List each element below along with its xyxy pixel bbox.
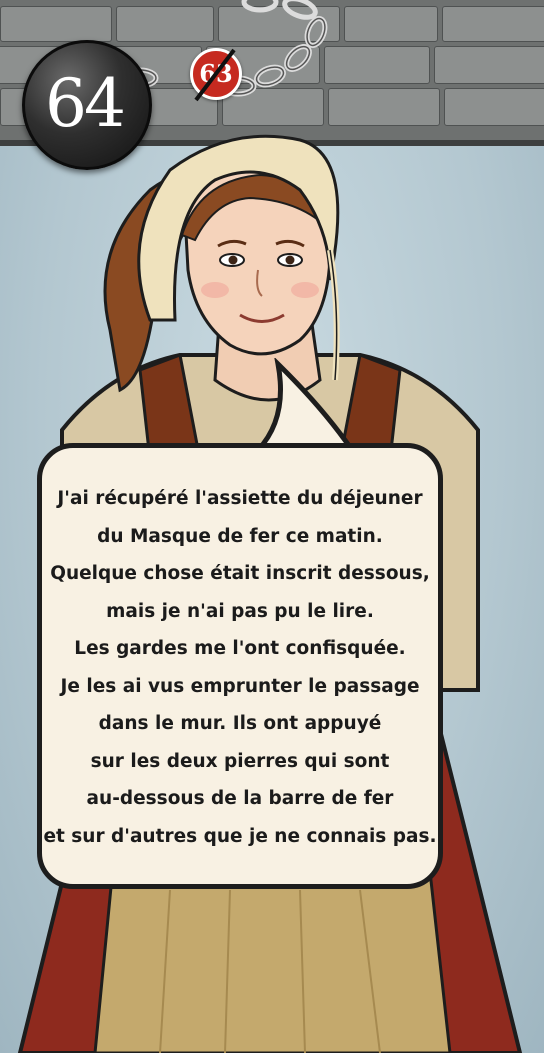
dialogue-line: et sur d'autres que je ne connais pas. <box>43 825 437 847</box>
dialogue-line: dans le mur. Ils ont appuyé <box>98 713 382 734</box>
dialogue-line: Les gardes me l'ont confisquée. <box>74 638 406 659</box>
dialogue-line: au-dessous de la barre de fer <box>86 788 394 809</box>
card-number: 64 <box>45 65 126 142</box>
dialogue-line: du Masque de fer ce matin. <box>97 525 383 547</box>
dialogue-line: J'ai récupéré l'assiette du déjeuner <box>57 488 423 509</box>
game-card: 64 63 J'ai récupéré l'assiette du déjeun… <box>0 0 544 1053</box>
strike-through-icon <box>194 48 236 102</box>
dialogue-line: Je les ai vus emprunter le passage <box>60 675 420 697</box>
dialogue-line: Quelque chose était inscrit dessous, <box>50 563 430 584</box>
dialogue-line: sur les deux pierres qui sont <box>90 750 390 772</box>
dialogue-text: J'ai récupéré l'assiette du déjeuner du … <box>37 480 443 855</box>
dialogue-line: mais je n'ai pas pu le lire. <box>106 600 374 622</box>
